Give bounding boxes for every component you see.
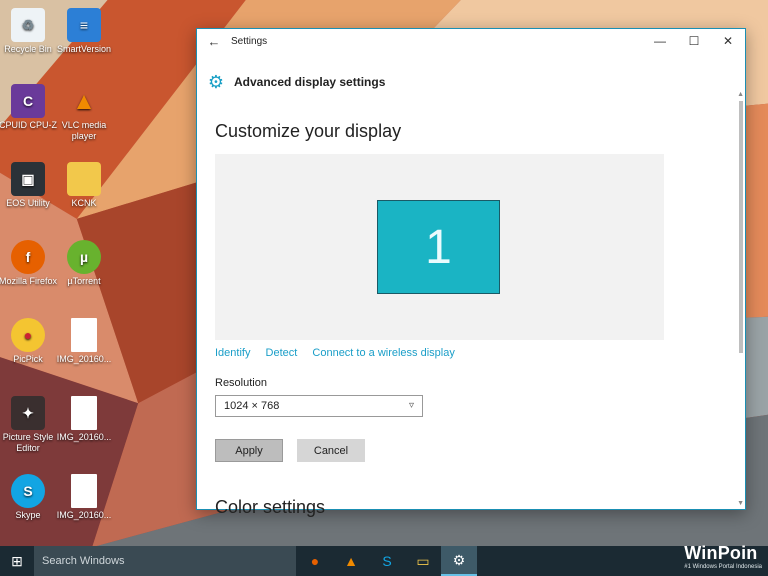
scroll-down-icon[interactable]: ▼ xyxy=(737,500,744,507)
windows-start-icon[interactable]: ⊞ xyxy=(0,546,34,576)
minimize-button[interactable]: — xyxy=(643,29,677,53)
watermark-brand: WinPoin xyxy=(684,543,758,563)
identify-link[interactable]: Identify xyxy=(215,347,250,359)
file-icon xyxy=(71,474,97,508)
folder-icon xyxy=(67,162,101,196)
desktop-icon-label: EOS Utility xyxy=(6,198,50,208)
watermark-tagline: #1 Windows Portal Indonesia xyxy=(684,564,762,570)
vlc-icon[interactable]: ▲ xyxy=(333,546,369,576)
skype-icon[interactable]: S xyxy=(369,546,405,576)
firefox-icon: f xyxy=(11,240,45,274)
winpoin-watermark: WinPoin #1 Windows Portal Indonesia xyxy=(684,543,762,570)
display-preview: 1 xyxy=(215,154,664,340)
eos-utility-icon: ▣ xyxy=(11,162,45,196)
settings-content: Customize your display 1 Identify Detect… xyxy=(215,121,731,517)
title-bar: ← Settings — ☐ ✕ xyxy=(197,29,745,53)
desktop-icon-vlc[interactable]: ▲ VLC media player xyxy=(53,84,115,142)
desktop-icon-label: PicPick xyxy=(13,354,43,364)
desktop-icon-label: SmartVersion xyxy=(56,44,112,54)
close-button[interactable]: ✕ xyxy=(711,29,745,53)
maximize-button[interactable]: ☐ xyxy=(677,29,711,53)
desktop-icon-utorrent[interactable]: µ µTorrent xyxy=(53,240,115,287)
desktop-icon-label: VLC media player xyxy=(61,120,107,141)
chevron-down-icon: ▿ xyxy=(408,400,414,411)
scroll-up-icon[interactable]: ▲ xyxy=(737,91,744,98)
desktop-icon-label: IMG_20160... xyxy=(56,510,112,520)
desktop-icon-kcnk[interactable]: KCNK xyxy=(53,162,115,209)
page-header: ⚙ Advanced display settings xyxy=(197,71,745,93)
desktop-icon-img-3[interactable]: IMG_20160... xyxy=(53,474,115,521)
file-icon xyxy=(71,318,97,352)
cancel-button[interactable]: Cancel xyxy=(297,439,365,462)
picture-style-editor-icon: ✦ xyxy=(11,396,45,430)
color-settings-heading: Color settings xyxy=(215,497,326,517)
recycle-bin-icon: ♻ xyxy=(11,8,45,42)
settings-icon[interactable]: ⚙ xyxy=(441,546,477,576)
gear-icon: ⚙ xyxy=(207,71,225,92)
desktop-icon-firefox[interactable]: f Mozilla Firefox xyxy=(0,240,59,287)
resolution-dropdown[interactable]: 1024 × 768 ▿ xyxy=(215,395,423,417)
desktop-icon-smartversion[interactable]: ≡ SmartVersion xyxy=(53,8,115,55)
scrollbar[interactable] xyxy=(739,101,743,353)
desktop-icon-label: KCNK xyxy=(71,198,97,208)
search-box[interactable]: Search Windows xyxy=(34,546,296,576)
file-icon xyxy=(71,396,97,430)
desktop-icon-picpick[interactable]: ● PicPick xyxy=(0,318,59,365)
utorrent-icon: µ xyxy=(67,240,101,274)
firefox-icon[interactable]: ● xyxy=(297,546,333,576)
page-title: Advanced display settings xyxy=(234,75,386,89)
connect-wireless-display-link[interactable]: Connect to a wireless display xyxy=(312,347,454,359)
desktop-icon-img-2[interactable]: IMG_20160... xyxy=(53,396,115,443)
monitor-1-tile[interactable]: 1 xyxy=(377,200,500,294)
cpu-z-icon: C xyxy=(11,84,45,118)
smartversion-icon: ≡ xyxy=(67,8,101,42)
display-links: Identify Detect Connect to a wireless di… xyxy=(215,347,467,359)
search-placeholder: Search Windows xyxy=(42,555,125,567)
vlc-icon: ▲ xyxy=(72,87,96,115)
desktop-icon-img-1[interactable]: IMG_20160... xyxy=(53,318,115,365)
desktop-icon-label: IMG_20160... xyxy=(56,432,112,442)
picpick-icon: ● xyxy=(11,318,45,352)
desktop-icon-recycle-bin[interactable]: ♻ Recycle Bin xyxy=(0,8,59,55)
desktop-icon-label: Recycle Bin xyxy=(4,44,52,54)
desktop-icon-picture-style-editor[interactable]: ✦ Picture Style Editor xyxy=(0,396,59,454)
desktop-icon-label: µTorrent xyxy=(67,276,101,286)
resolution-value: 1024 × 768 xyxy=(224,400,280,412)
apply-button[interactable]: Apply xyxy=(215,439,283,462)
taskbar: ⊞ Search Windows ● ▲ S ▭ ⚙ WinPoin #1 Wi… xyxy=(0,543,768,576)
desktop-icon-label: Picture Style Editor xyxy=(2,432,54,453)
arrow-left-icon[interactable]: ← xyxy=(197,34,231,49)
desktop-icon-label: Mozilla Firefox xyxy=(0,276,57,286)
resolution-label: Resolution xyxy=(215,377,267,389)
desktop-icon-eos-utility[interactable]: ▣ EOS Utility xyxy=(0,162,59,209)
desktop-icon-label: Skype xyxy=(15,510,41,520)
window-title: Settings xyxy=(231,35,268,47)
file-explorer-icon[interactable]: ▭ xyxy=(405,546,441,576)
settings-window: ← Settings — ☐ ✕ ⚙ Advanced display sett… xyxy=(196,28,746,517)
desktop-icon-cpu-z[interactable]: C CPUID CPU-Z xyxy=(0,84,59,131)
detect-link[interactable]: Detect xyxy=(266,347,298,359)
desktop-icon-label: IMG_20160... xyxy=(56,354,112,364)
section-heading: Customize your display xyxy=(215,121,402,141)
desktop-icon-label: CPUID CPU-Z xyxy=(0,120,57,130)
desktop-icon-skype[interactable]: S Skype xyxy=(0,474,59,521)
skype-icon: S xyxy=(11,474,45,508)
